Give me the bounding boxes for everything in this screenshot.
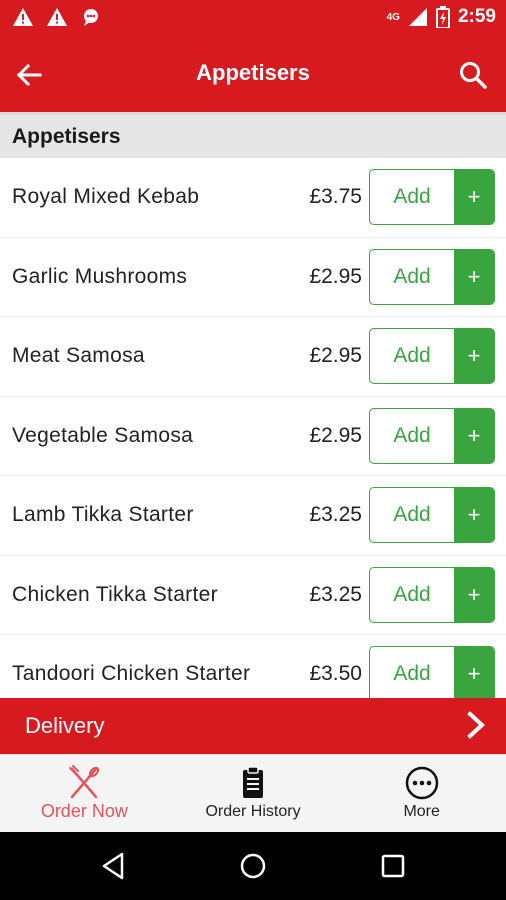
section-header: Appetisers: [0, 112, 506, 158]
add-label: Add: [393, 344, 431, 368]
add-button[interactable]: Add +: [369, 328, 495, 385]
plus-icon[interactable]: +: [454, 408, 494, 463]
item-price: £2.95: [309, 264, 362, 288]
plus-icon[interactable]: +: [454, 170, 494, 225]
menu-item[interactable]: Tandoori Chicken Starter £3.50 Add +: [0, 635, 506, 698]
delivery-bar[interactable]: Delivery: [0, 698, 506, 754]
add-button[interactable]: Add +: [369, 646, 495, 698]
item-price: £3.75: [309, 185, 362, 209]
item-price: £3.25: [309, 582, 362, 606]
item-price: £2.95: [309, 344, 362, 368]
warning-icon: [47, 8, 67, 26]
system-icons: 4G 2:59: [387, 6, 496, 28]
plus-icon[interactable]: +: [454, 488, 494, 543]
menu-list[interactable]: Royal Mixed Kebab £3.75 Add + Garlic Mus…: [0, 158, 506, 698]
warning-icon: [13, 8, 33, 26]
item-name: Royal Mixed Kebab: [12, 185, 200, 209]
recents-square-icon[interactable]: [377, 850, 409, 882]
add-button[interactable]: Add +: [369, 169, 495, 226]
status-bar: 4G 2:59: [0, 0, 506, 36]
nav-more[interactable]: More: [337, 755, 506, 832]
clipboard-icon: [243, 766, 263, 798]
back-triangle-icon[interactable]: [98, 850, 130, 882]
nav-order-history[interactable]: Order History: [169, 755, 338, 832]
bottom-nav: Order Now Order History More: [0, 754, 506, 832]
plus-icon[interactable]: +: [454, 329, 494, 384]
nav-label: Order Now: [40, 801, 128, 821]
add-label: Add: [393, 662, 431, 686]
add-label: Add: [393, 582, 431, 606]
item-name: Meat Samosa: [12, 344, 145, 368]
add-label: Add: [393, 264, 431, 288]
search-icon[interactable]: [458, 60, 488, 90]
menu-item[interactable]: Lamb Tikka Starter £3.25 Add +: [0, 476, 506, 556]
add-label: Add: [393, 503, 431, 527]
item-name: Chicken Tikka Starter: [12, 582, 218, 606]
item-price: £3.50: [309, 662, 362, 686]
item-name: Tandoori Chicken Starter: [12, 662, 251, 686]
notification-icons: [12, 7, 102, 27]
menu-item[interactable]: Vegetable Samosa £2.95 Add +: [0, 397, 506, 476]
system-nav-bar: [0, 832, 506, 900]
item-name: Lamb Tikka Starter: [12, 503, 194, 527]
menu-item[interactable]: Royal Mixed Kebab £3.75 Add +: [0, 158, 506, 238]
clock: 2:59: [457, 6, 496, 27]
plus-icon[interactable]: +: [454, 567, 494, 622]
menu-item[interactable]: Chicken Tikka Starter £3.25 Add +: [0, 556, 506, 635]
item-price: £3.25: [309, 503, 362, 527]
plus-icon[interactable]: +: [454, 647, 494, 698]
nav-label: More: [403, 803, 440, 820]
add-button[interactable]: Add +: [369, 407, 495, 464]
section-title: Appetisers: [12, 125, 121, 148]
menu-item[interactable]: Garlic Mushrooms £2.95 Add +: [0, 238, 506, 317]
add-label: Add: [393, 423, 431, 447]
delivery-label: Delivery: [25, 713, 105, 738]
signal-icon: [408, 8, 427, 26]
fork-knife-icon: [69, 765, 100, 799]
plus-icon[interactable]: +: [454, 249, 494, 304]
menu-item[interactable]: Meat Samosa £2.95 Add +: [0, 317, 506, 397]
item-price: £2.95: [309, 423, 362, 447]
home-circle-icon[interactable]: [237, 850, 269, 882]
add-button[interactable]: Add +: [369, 248, 495, 305]
item-name: Vegetable Samosa: [12, 423, 194, 447]
network-type: 4G: [386, 11, 400, 23]
app-bar: Appetisers: [0, 36, 506, 112]
nav-label: Order History: [205, 803, 301, 820]
chat-icon: [84, 9, 98, 26]
add-label: Add: [393, 185, 431, 209]
add-button[interactable]: Add +: [369, 487, 495, 544]
page-title: Appetisers: [196, 60, 310, 85]
item-name: Garlic Mushrooms: [12, 264, 188, 288]
add-button[interactable]: Add +: [369, 566, 495, 623]
battery-charging-icon: [435, 6, 450, 28]
chevron-right-icon: [467, 711, 485, 739]
nav-order-now[interactable]: Order Now: [0, 755, 169, 832]
more-dots-icon: [405, 766, 438, 800]
